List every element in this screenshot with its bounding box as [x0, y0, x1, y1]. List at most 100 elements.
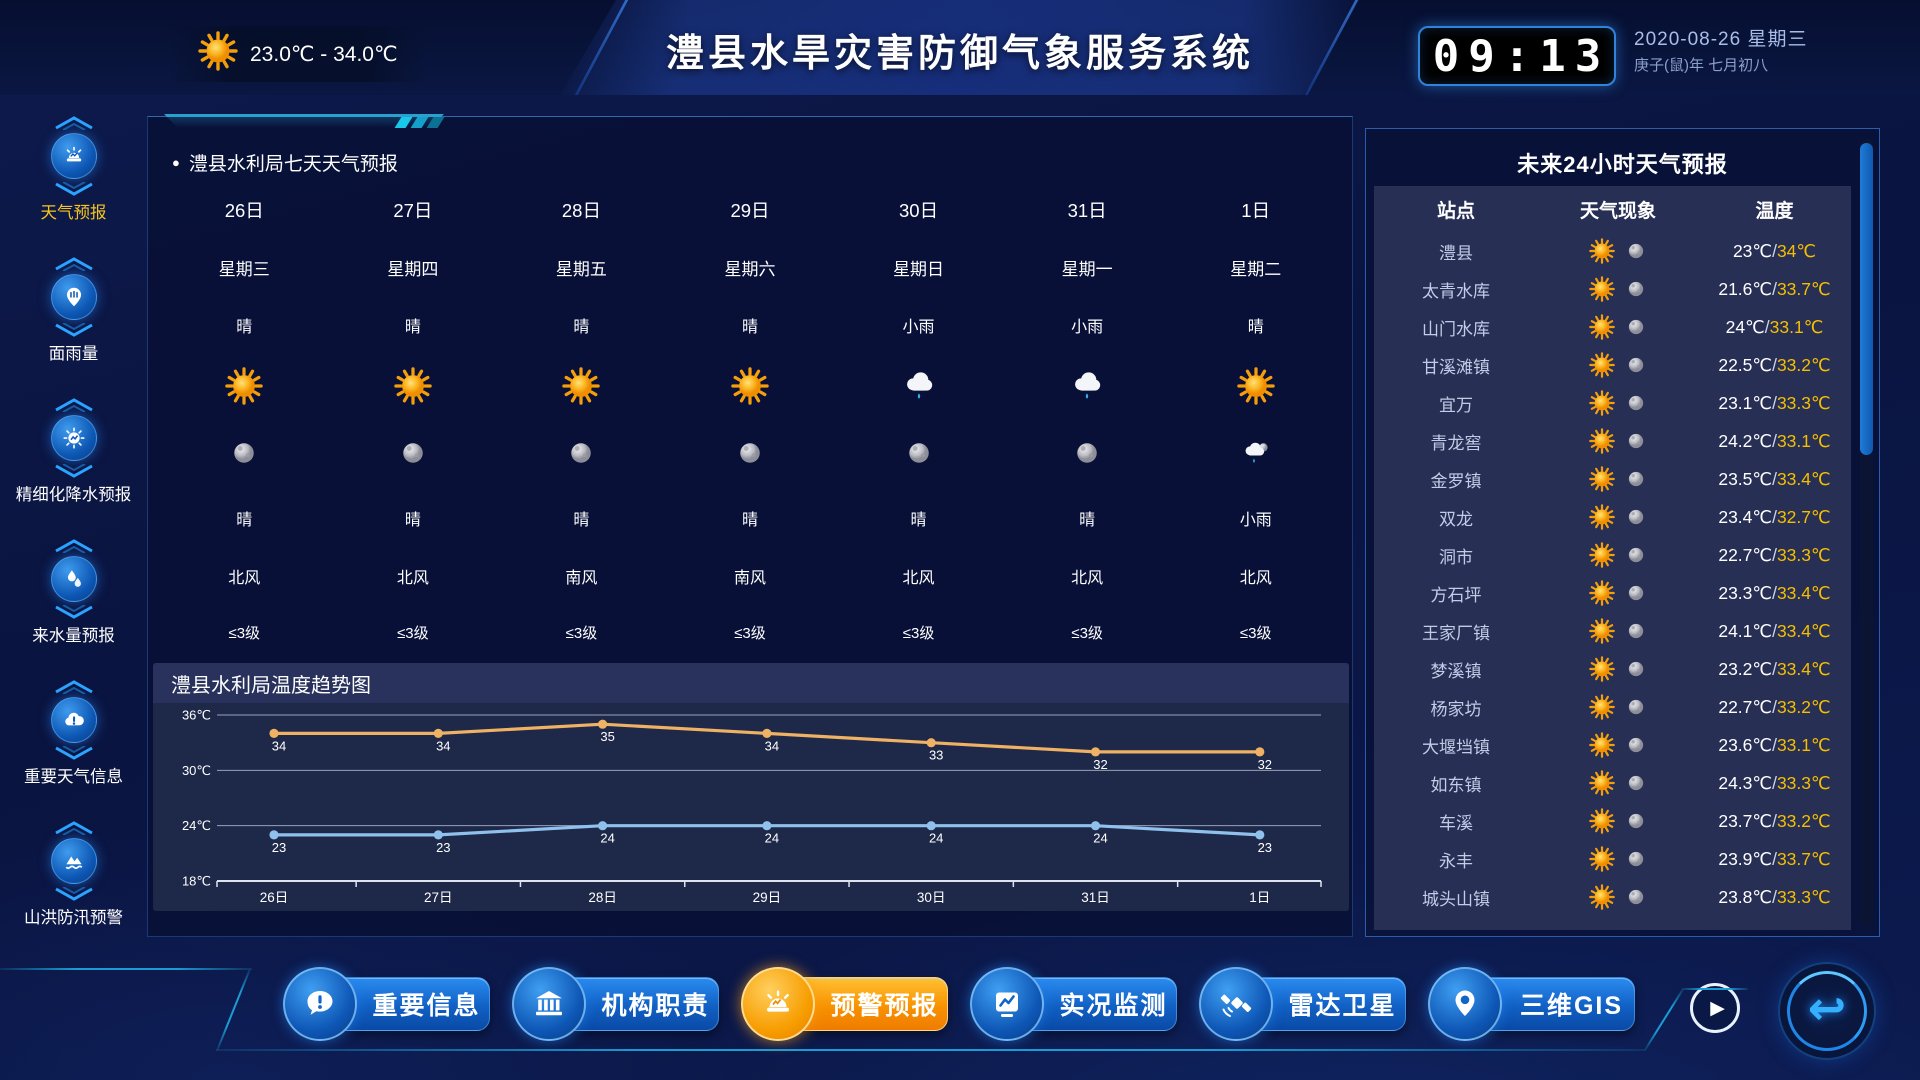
- station-row[interactable]: 澧县 23℃/34℃: [1374, 232, 1851, 270]
- station-name: 车溪: [1374, 809, 1538, 834]
- nav-button-gis-pin[interactable]: 三维GIS: [1428, 967, 1635, 1041]
- station-row[interactable]: 杨家坊 22.7℃/33.2℃: [1374, 688, 1851, 726]
- play-icon: ▶: [1710, 997, 1725, 1020]
- forecast-night-condition: 晴: [160, 488, 329, 547]
- temp-low: 23.5℃: [1718, 469, 1772, 489]
- forecast-wind-level: ≤3级: [1171, 604, 1340, 660]
- sun-icon: [1589, 428, 1615, 454]
- info-bubble-icon: [283, 967, 357, 1041]
- play-button[interactable]: ▶: [1690, 983, 1740, 1033]
- station-weather-icons: [1538, 884, 1698, 910]
- station-column-header: 温度: [1698, 196, 1851, 223]
- temp-trend-chart-panel: 澧县水利局温度趋势图 36℃30℃24℃18℃26日27日28日29日30日31…: [153, 663, 1349, 911]
- forecast-day-condition: 晴: [497, 296, 666, 354]
- forecast-wind: 南风: [497, 547, 666, 604]
- forecast-wind-level: ≤3级: [1003, 604, 1172, 660]
- station-row[interactable]: 山门水库 24℃/33.1℃: [1374, 308, 1851, 346]
- moon-icon: [229, 438, 259, 468]
- forecast-day-condition: 晴: [160, 296, 329, 354]
- nav-button-satellite[interactable]: 雷达卫星: [1199, 967, 1406, 1041]
- scrollbar-thumb[interactable]: [1860, 143, 1873, 455]
- svg-text:24℃: 24℃: [182, 818, 211, 833]
- station-name: 山门水库: [1374, 315, 1538, 340]
- nav-button-monitor[interactable]: 实况监测: [970, 967, 1177, 1041]
- deco-line: [0, 968, 252, 970]
- sidebar-item-weather-alert[interactable]: 重要天气信息: [0, 679, 147, 820]
- station-row[interactable]: 永丰 23.9℃/33.7℃: [1374, 840, 1851, 878]
- station-row[interactable]: 方石坪 23.3℃/33.4℃: [1374, 574, 1851, 612]
- station-weather-icons: [1538, 466, 1698, 492]
- forecast-day-condition: 晴: [1171, 296, 1340, 354]
- station-name: 太青水库: [1374, 277, 1538, 302]
- forecast-weekday: 星期一: [1003, 239, 1172, 296]
- svg-text:30℃: 30℃: [182, 763, 211, 778]
- sidebar-item-flood-warning[interactable]: 山洪防汛预警: [0, 820, 147, 961]
- temp-high: 34℃: [1777, 241, 1816, 261]
- sidebar-item-fine-rain[interactable]: 精细化降水预报: [0, 397, 147, 538]
- moon-icon: [1625, 468, 1647, 490]
- temp-low: 22.5℃: [1718, 355, 1772, 375]
- forecast-night-icon: [666, 418, 835, 488]
- station-weather-icons: [1538, 732, 1698, 758]
- moon-icon: [735, 438, 765, 468]
- forecast-grid: 26日 星期三 晴 晴 北风 ≤3级 27日 星期四 晴 晴 北风 ≤3级 28…: [160, 181, 1340, 660]
- tab-stripe: [427, 117, 445, 128]
- sun-icon: [1589, 504, 1615, 530]
- station-row[interactable]: 大堰垱镇 23.6℃/33.1℃: [1374, 726, 1851, 764]
- station-row[interactable]: 太青水库 21.6℃/33.7℃: [1374, 270, 1851, 308]
- forecast-wind: 北风: [329, 547, 498, 604]
- nav-button-info-bubble[interactable]: 重要信息: [283, 967, 490, 1041]
- station-temp: 24℃/33.1℃: [1698, 317, 1851, 338]
- sun-icon: [731, 367, 769, 405]
- sun-icon: [198, 31, 238, 77]
- station-panel-title: 未来24小时天气预报: [1366, 147, 1879, 179]
- svg-text:31日: 31日: [1081, 890, 1110, 905]
- station-row[interactable]: 甘溪滩镇 22.5℃/33.2℃: [1374, 346, 1851, 384]
- chevron-down-icon: [52, 323, 96, 338]
- station-weather-icons: [1538, 618, 1698, 644]
- back-icon: ↩: [1808, 981, 1847, 1035]
- station-row[interactable]: 金罗镇 23.5℃/33.4℃: [1374, 460, 1851, 498]
- station-weather-icons: [1538, 656, 1698, 682]
- header-date: 2020-08-26 星期三 庚子(鼠)年 七月初八: [1634, 30, 1807, 73]
- station-row[interactable]: 车溪 23.7℃/33.2℃: [1374, 802, 1851, 840]
- temp-high: 33.1℃: [1770, 317, 1824, 337]
- station-scrollbar[interactable]: [1860, 139, 1873, 926]
- station-name: 双龙: [1374, 505, 1538, 530]
- station-row[interactable]: 双龙 23.4℃/32.7℃: [1374, 498, 1851, 536]
- sidebar-item-siren[interactable]: 天气预报: [0, 115, 147, 256]
- moon-icon: [1625, 772, 1647, 794]
- station-row[interactable]: 王家厂镇 24.1℃/33.4℃: [1374, 612, 1851, 650]
- forecast-weekday: 星期五: [497, 239, 666, 296]
- station-row[interactable]: 洞市 22.7℃/33.3℃: [1374, 536, 1851, 574]
- sidebar: 天气预报 面雨量 精细化降水预报 来水量预报 重要天气信息 山洪防汛预警: [0, 95, 147, 960]
- flood-warning-icon: [51, 838, 97, 884]
- station-temp: 22.5℃/33.2℃: [1698, 355, 1851, 376]
- station-name: 洞市: [1374, 543, 1538, 568]
- sidebar-item-rain-gauge[interactable]: 面雨量: [0, 256, 147, 397]
- tab-stripe: [395, 117, 413, 128]
- forecast-wind: 北风: [834, 547, 1003, 604]
- rain-gauge-icon: [51, 274, 97, 320]
- forecast-night-condition: 晴: [834, 488, 1003, 547]
- station-row[interactable]: 宜万 23.1℃/33.3℃: [1374, 384, 1851, 422]
- station-row[interactable]: 青龙窖 24.2℃/33.1℃: [1374, 422, 1851, 460]
- nav-button-alarm[interactable]: 预警预报: [741, 967, 948, 1041]
- station-row[interactable]: 城头山镇 23.8℃/33.3℃: [1374, 878, 1851, 916]
- chevron-up-icon: [52, 538, 96, 553]
- sidebar-item-inflow[interactable]: 来水量预报: [0, 538, 147, 679]
- sun-icon: [562, 367, 600, 405]
- forecast-wind-level: ≤3级: [666, 604, 835, 660]
- station-weather-icons: [1538, 390, 1698, 416]
- temp-low: 23.4℃: [1718, 507, 1772, 527]
- sidebar-item-label: 天气预报: [3, 201, 145, 227]
- station-row[interactable]: 如东镇 24.3℃/33.3℃: [1374, 764, 1851, 802]
- moon-icon: [904, 438, 934, 468]
- date-lunar: 庚子(鼠)年 七月初八: [1634, 58, 1807, 73]
- rain-icon: [1068, 369, 1106, 403]
- forecast-night-icon: [497, 418, 666, 488]
- station-row[interactable]: 梦溪镇 23.2℃/33.4℃: [1374, 650, 1851, 688]
- back-button[interactable]: ↩: [1778, 962, 1876, 1060]
- panel-tab-stripes: [398, 117, 441, 128]
- nav-button-institution[interactable]: 机构职责: [512, 967, 719, 1041]
